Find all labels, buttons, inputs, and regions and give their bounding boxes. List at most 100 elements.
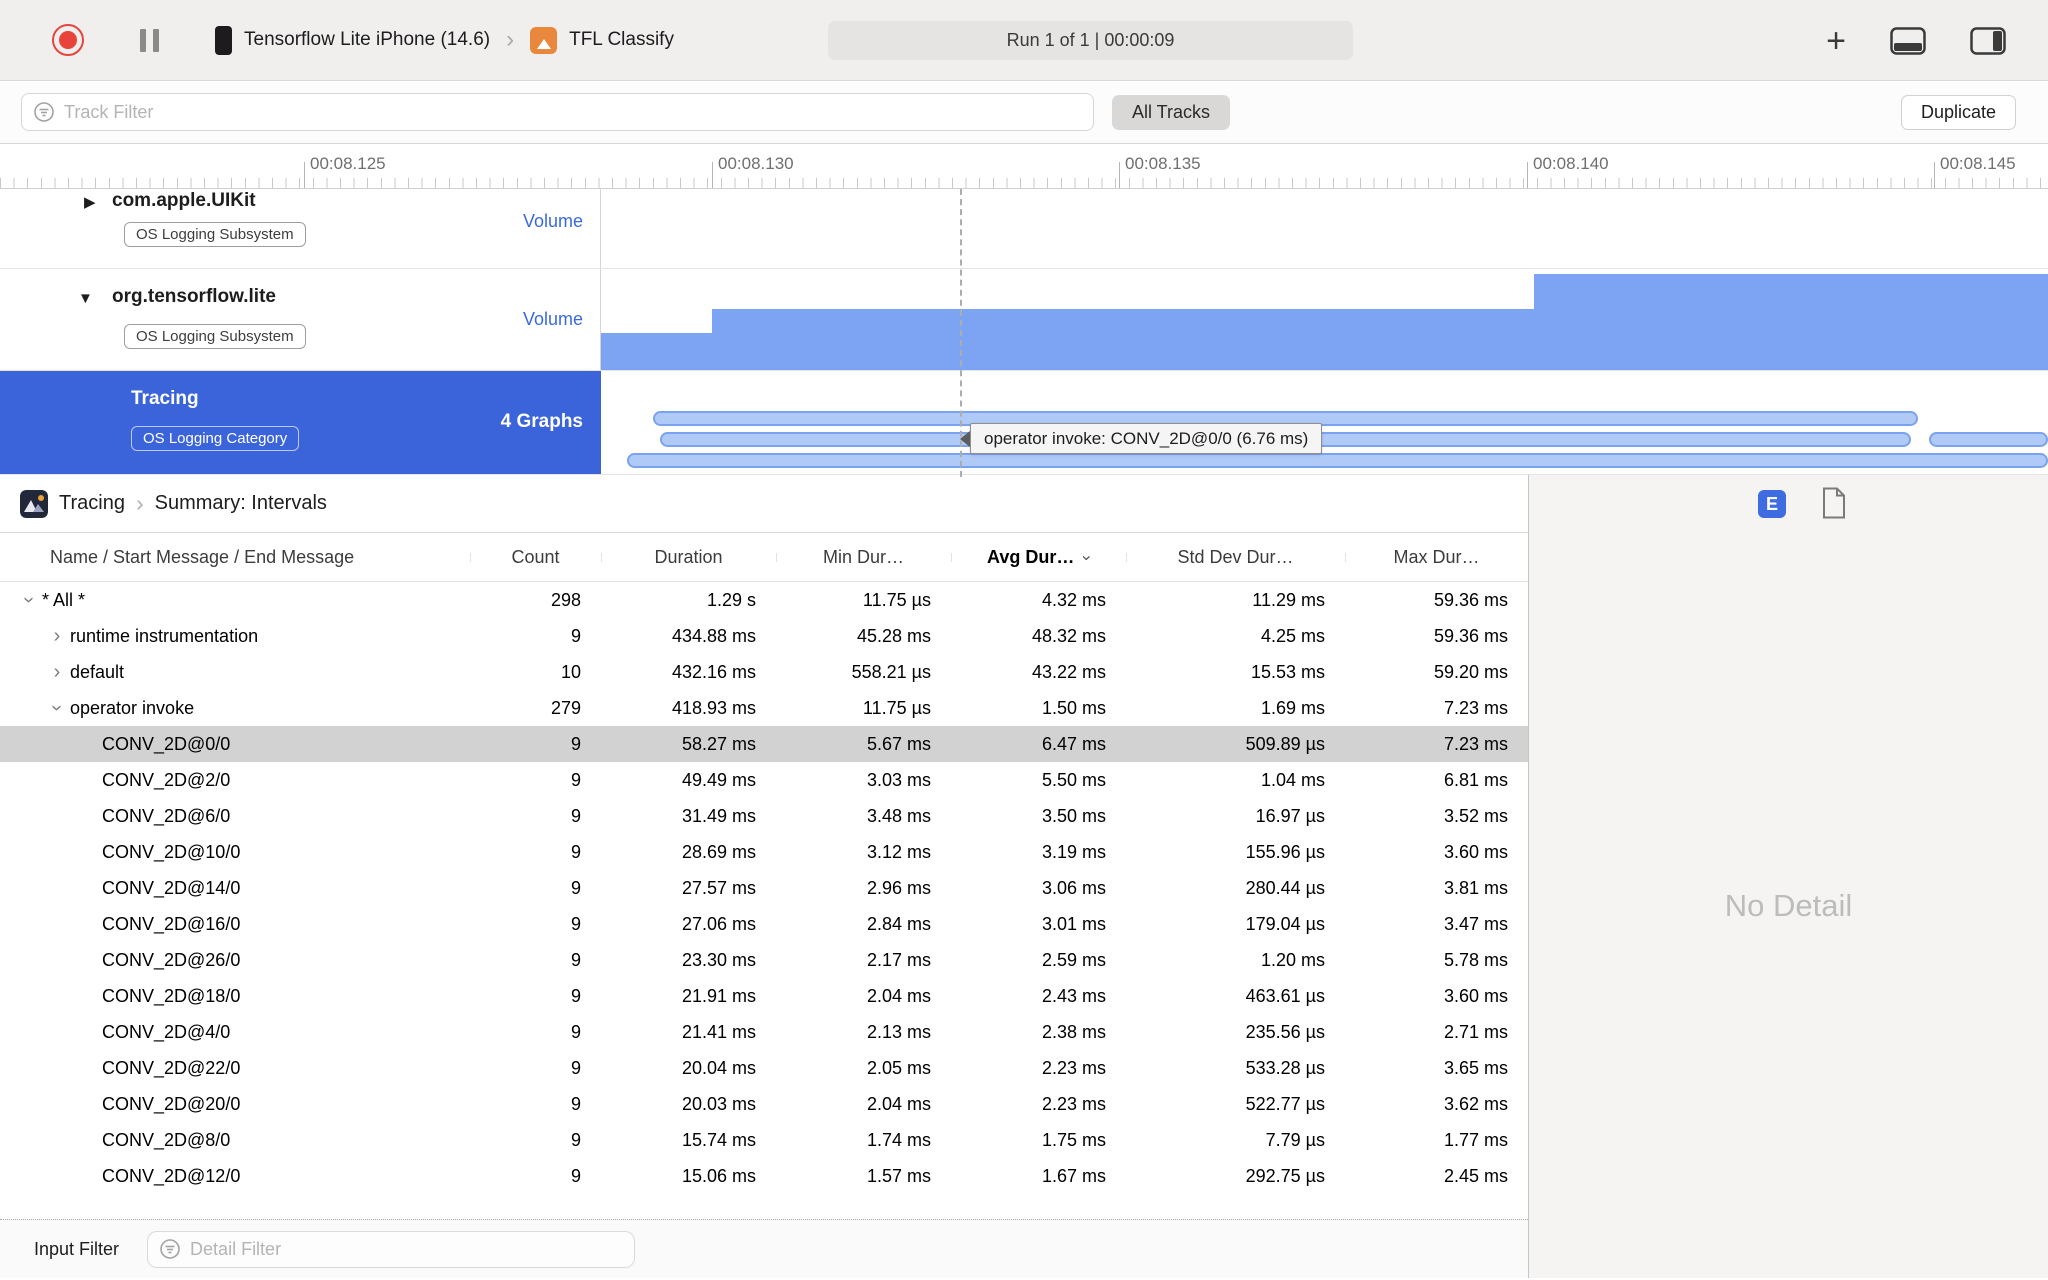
table-row[interactable]: CONV_2D@22/0 9 20.04 ms 2.05 ms 2.23 ms 533.2… [0,1050,1528,1086]
input-filter-label[interactable]: Input Filter [34,1239,119,1260]
cell-name: › operator invoke [0,698,470,719]
column-header-min-dur[interactable]: Min Dur… [776,547,951,568]
cell-duration: 23.30 ms [681,949,756,970]
breadcrumb-page[interactable]: Summary: Intervals [155,492,327,515]
ruler-major-tick: 00:08.130 [712,154,794,188]
add-instrument-button[interactable]: + [1826,24,1846,58]
table-row[interactable]: › operator invoke 279 418.93 ms 11.75 µs 1.50… [0,690,1528,726]
disclosure-open-icon[interactable]: › [18,590,40,611]
disclosure-collapsed-icon[interactable]: ▶ [84,193,96,211]
filter-row: All Tracks Duplicate [0,81,2048,144]
table-row[interactable]: › * All * 298 1.29 s 11.75 µs 4.32 ms 11.29 ms… [0,582,1528,618]
interval-capsule[interactable] [1929,432,2048,447]
cell-name: CONV_2D@16/0 [0,914,470,935]
column-header-count[interactable]: Count [470,547,601,568]
column-header-std-dev-dur[interactable]: Std Dev Dur… [1126,547,1345,568]
track-badge: OS Logging Category [131,426,300,451]
cell-count: 9 [570,733,581,754]
row-name-label: runtime instrumentation [70,625,259,646]
column-header-max-dur[interactable]: Max Dur… [1345,547,1528,568]
detail-pane: Tracing › Summary: Intervals Name / Star… [0,475,1529,1278]
column-header-label: Min Dur… [822,546,904,567]
table-row[interactable]: › default 10 432.16 ms 558.21 µs 43.22 ms 15.5… [0,654,1528,690]
column-header-name[interactable]: Name / Start Message / End Message [0,547,470,568]
duplicate-button[interactable]: Duplicate [1900,94,2016,130]
cell-std: 155.96 µs [1245,841,1325,862]
interval-capsule[interactable] [627,453,2048,468]
document-icon [1823,487,1845,519]
inspector-pane: E No Detail [1529,475,2048,1278]
cell-avg: 3.19 ms [1041,841,1106,862]
table-row[interactable]: › runtime instrumentation 9 434.88 ms 45.28 … [0,618,1528,654]
tracing-graph[interactable]: operator invoke: CONV_2D@0/0 (6.76 ms) [601,371,2048,474]
table-row[interactable]: CONV_2D@8/0 9 15.74 ms 1.74 ms 1.75 ms 7.79 µ… [0,1122,1528,1158]
column-header-avg-dur[interactable]: Avg Dur… › [951,547,1126,568]
cell-max: 3.47 ms [1443,913,1508,934]
cell-duration: 28.69 ms [681,841,756,862]
table-row[interactable]: CONV_2D@2/0 9 49.49 ms 3.03 ms 5.50 ms 1.04 m… [0,762,1528,798]
track-filter-input[interactable] [64,101,1082,123]
table-row[interactable]: CONV_2D@14/0 9 27.57 ms 2.96 ms 3.06 ms 280.4… [0,870,1528,906]
track-head[interactable]: Tracing OS Logging Category 4 Graphs [0,371,601,474]
cell-std: 15.53 ms [1250,661,1325,682]
volume-bar [601,332,713,370]
track-row-uikit[interactable]: ▶ com.apple.UIKit OS Logging Subsystem V… [0,189,2048,269]
cell-name: › runtime instrumentation [0,626,470,647]
sort-chevron-icon: › [1078,554,1098,561]
table-row[interactable]: CONV_2D@6/0 9 31.49 ms 3.48 ms 3.50 ms 16.97 … [0,798,1528,834]
row-name-label: default [70,661,125,682]
table-row[interactable]: CONV_2D@0/0 9 58.27 ms 5.67 ms 6.47 ms 509.89… [0,726,1528,762]
detail-filter-field[interactable] [147,1230,636,1268]
disclosure-closed-icon[interactable]: › [44,662,70,682]
run-info-button[interactable] [1821,487,1847,522]
table-row[interactable]: CONV_2D@16/0 9 27.06 ms 2.84 ms 3.01 ms 179.0… [0,906,1528,942]
cell-count: 9 [570,769,581,790]
track-head[interactable]: ▶ com.apple.UIKit OS Logging Subsystem V… [0,189,601,268]
column-header-duration[interactable]: Duration [601,547,776,568]
table-row[interactable]: CONV_2D@18/0 9 21.91 ms 2.04 ms 2.43 ms 463.6… [0,978,1528,1014]
record-button[interactable] [52,24,84,56]
detail-filter-input[interactable] [190,1238,624,1260]
all-tracks-button[interactable]: All Tracks [1112,94,1231,130]
toggle-right-panel-button[interactable] [1970,26,2006,55]
breadcrumb-root[interactable]: Tracing [59,492,125,515]
disclosure-expanded-icon[interactable]: ▼ [78,290,93,307]
column-header-label: Duration [654,546,723,567]
track-filter-field[interactable] [21,93,1094,131]
extended-detail-icon[interactable]: E [1758,490,1786,518]
cell-min: 5.67 ms [866,733,931,754]
table-row[interactable]: CONV_2D@26/0 9 23.30 ms 2.17 ms 2.59 ms 1.20 … [0,942,1528,978]
disclosure-closed-icon[interactable]: › [44,626,70,646]
cell-duration: 27.06 ms [681,913,756,934]
cell-duration: 418.93 ms [671,697,756,718]
cell-name: CONV_2D@22/0 [0,1058,470,1079]
cell-avg: 1.50 ms [1041,697,1106,718]
target-selector[interactable]: Tensorflow Lite iPhone (14.6) › TFL Clas… [215,25,674,55]
disclosure-open-icon[interactable]: › [46,698,68,719]
no-detail-text: No Detail [1724,887,1853,923]
volume-graph[interactable] [601,269,2048,370]
toggle-bottom-panel-button[interactable] [1890,26,1926,55]
uikit-graph[interactable] [601,189,2048,268]
cell-std: 1.69 ms [1260,697,1325,718]
record-icon [59,31,77,49]
intervals-table: Name / Start Message / End Message Count D… [0,533,1528,1219]
cell-name: CONV_2D@12/0 [0,1166,470,1187]
table-row[interactable]: CONV_2D@4/0 9 21.41 ms 2.13 ms 2.38 ms 235.56… [0,1014,1528,1050]
table-row[interactable]: CONV_2D@10/0 9 28.69 ms 3.12 ms 3.19 ms 155.9… [0,834,1528,870]
cell-std: 522.77 µs [1245,1093,1325,1114]
cell-name: CONV_2D@8/0 [0,1130,470,1151]
cell-max: 7.23 ms [1443,697,1508,718]
pause-button[interactable] [140,28,159,52]
track-row-tensorflow[interactable]: ▼ org.tensorflow.lite OS Logging Subsyst… [0,269,2048,371]
track-row-tracing[interactable]: Tracing OS Logging Category 4 Graphs ope… [0,371,2048,475]
row-name-label: CONV_2D@14/0 [102,877,241,898]
track-name: org.tensorflow.lite [112,286,276,307]
track-head[interactable]: ▼ org.tensorflow.lite OS Logging Subsyst… [0,269,601,370]
table-row[interactable]: CONV_2D@20/0 9 20.03 ms 2.04 ms 2.23 ms 522.7… [0,1086,1528,1122]
cell-count: 10 [560,661,581,682]
device-label: Tensorflow Lite iPhone (14.6) [244,29,491,50]
timeline-ruler[interactable]: 00:08.125 00:08.130 00:08.135 00:08.140 00:0… [0,144,2048,189]
cell-avg: 3.06 ms [1041,877,1106,898]
table-row[interactable]: CONV_2D@12/0 9 15.06 ms 1.57 ms 1.67 ms 292.7… [0,1158,1528,1194]
